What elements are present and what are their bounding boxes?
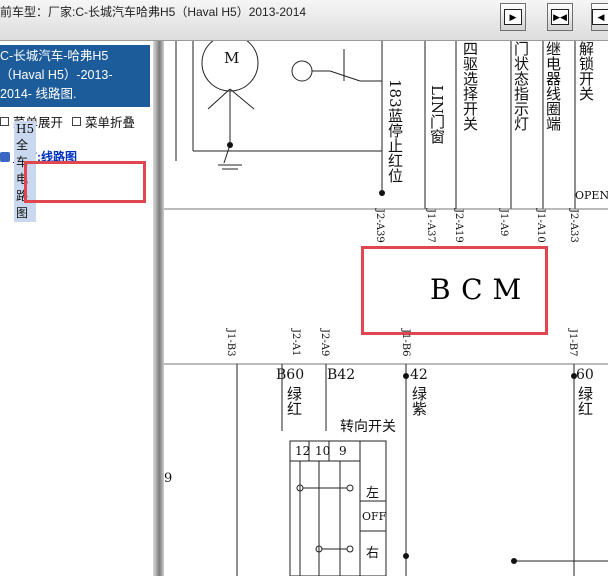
menu-collapse-label: 菜单折叠 [85,116,136,130]
bcm-pin-bottom: J1-B3 [225,329,236,357]
wire-42-number: 42 [410,367,428,383]
label-4wd-select: 四驱选择开关 [461,41,479,131]
bcm-pin-top: J2-A19 [453,209,464,243]
bcm-pin-bottom: J1-B6 [400,329,411,357]
panel-splitter[interactable] [153,41,164,576]
highlight-box-bcm [361,246,548,335]
sidebar: C-长城汽车-哈弗H5 （Haval H5）-2013- 2014- 线路图. … [0,41,154,576]
expand-arrows-icon: ◀ [592,9,608,25]
switch-position-left: 左 [366,486,380,501]
fit-width-button[interactable]: ▶◀ [547,3,573,31]
highlight-box-tree-item [24,161,146,203]
label-unlock-switch: 解锁开关 [577,41,595,101]
switch-pin: 10 [315,444,331,458]
wire-b60-number: B60 [276,367,305,383]
vehicle-line: 2014- 线路图. [0,87,77,101]
next-page-button[interactable]: ▶ [500,3,526,31]
label-183-brake-light: 183蓝停止红位 [386,79,404,183]
folder-icon [0,151,10,162]
wiring-diagram: M 183蓝停止红位 LIN门窗 四驱选择开关 门状态指示灯 继电器线圈端 解锁… [164,41,608,576]
expand-box-icon [0,117,9,126]
switch-pin: 12 [295,444,311,458]
turn-switch-title: 转向开关 [340,419,396,435]
wire-42-color: 绿紫 [410,386,428,416]
current-vehicle-banner: C-长城汽车-哈弗H5 （Haval H5）-2013- 2014- 线路图. [0,45,150,107]
label-relay-coil: 继电器线圈端 [544,41,562,131]
motor-symbol: M [224,49,240,67]
collapse-box-icon [72,117,81,126]
wire-b42-number: B42 [327,367,356,383]
label-lin-door: LIN门窗 [428,85,446,145]
wire-b60-color: 绿红 [285,386,303,416]
bcm-pin-bottom: J1-B7 [567,329,578,357]
vehicle-line: C-长城汽车-哈弗H5 [0,49,109,63]
bcm-pin-top: J1-A10 [535,209,546,243]
edge-fragment: 9 [164,471,173,486]
label-open: OPEN [575,189,608,202]
menu-collapse-button[interactable]: 菜单折叠 [72,112,135,131]
expand-width-button[interactable]: ◀ [591,3,608,31]
label-door-indicator: 门状态指示灯 [512,41,530,131]
bcm-pin-top: J1-A9 [498,209,509,237]
play-right-icon: ▶ [504,9,522,25]
wire-60-number: 60 [576,367,594,383]
bcm-pin-top: J2-A33 [568,209,579,243]
switch-position-off: OFF [362,510,387,523]
toolbar: 前车型：厂家:C-长城汽车哈弗H5（Haval H5）2013-2014 ▶ ▶… [0,0,608,41]
wire-60-color: 绿红 [576,386,594,416]
collapse-arrows-icon: ▶◀ [551,9,569,25]
bcm-pin-top: J2-A39 [374,209,385,243]
bcm-pin-top: J1-A37 [425,209,436,243]
switch-pin: 9 [339,444,347,458]
bcm-pin-bottom: J2-A1 [290,329,301,357]
switch-position-right: 右 [366,546,380,561]
vehicle-line: （Haval H5）-2013- [0,68,113,82]
bcm-pin-bottom: J2-A9 [319,329,330,357]
vehicle-title: 前车型：厂家:C-长城汽车哈弗H5（Haval H5）2013-2014 [0,5,307,19]
